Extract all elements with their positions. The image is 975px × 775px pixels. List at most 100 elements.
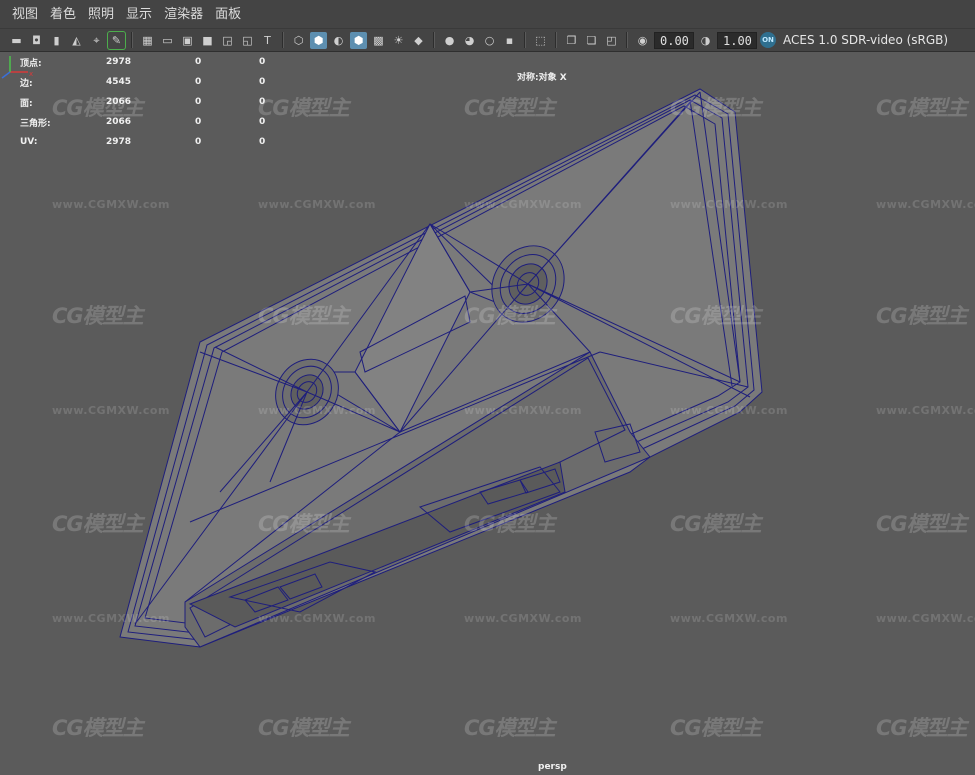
xray-icon[interactable]: ❐ [563,32,580,49]
screen-space-ao-icon[interactable]: ● [441,32,458,49]
symmetry-label: 对称:对象 X [517,73,567,83]
watermark-logo: CG模型主 [876,304,968,328]
grease-pencil-icon[interactable]: ✎ [107,30,126,50]
watermark-url: www.CGMXW.com [258,404,376,417]
grid-icon[interactable]: ▦ [139,32,156,49]
watermark-logo: CG模型主 [876,96,968,120]
anti-alias-icon[interactable]: ○ [481,32,498,49]
mesh-model [119,88,763,648]
watermark-url: www.CGMXW.com [876,612,975,625]
hud-row-vertices: 顶点: 2978 0 0 [20,52,299,72]
hud-value: 2066 [106,117,132,127]
safe-action-icon[interactable]: ◱ [239,32,256,49]
menu-lighting[interactable]: 照明 [82,0,120,29]
hud-row-triangles: 三角形: 2066 0 0 [20,112,299,132]
watermark-url: www.CGMXW.com [258,612,376,625]
hud-value: 0 [259,97,266,107]
watermark-logo: CG模型主 [876,512,968,536]
resolution-gate-icon[interactable]: ▣ [179,32,196,49]
watermark-logo: CG模型主 [670,716,762,740]
wireframe-icon[interactable]: ⬡ [290,32,307,49]
watermark-logo: CG模型主 [52,304,144,328]
motion-blur-icon[interactable]: ◕ [461,32,478,49]
hud-value: 0 [259,77,266,87]
hud-row-faces: 面: 2066 0 0 [20,92,299,112]
watermark-logo: CG模型主 [258,512,350,536]
watermark-url: www.CGMXW.com [670,198,788,211]
watermark-url: www.CGMXW.com [670,404,788,417]
watermark-url: www.CGMXW.com [464,404,582,417]
watermark-logo: CG模型主 [670,512,762,536]
watermark-url: www.CGMXW.com [464,612,582,625]
hud-value: 2978 [106,57,132,67]
watermark-logo: CG模型主 [670,96,762,120]
watermark-url: www.CGMXW.com [670,612,788,625]
toolbar-divider [433,32,435,48]
hud-value: 0 [195,97,202,107]
3d-viewport[interactable]: CG模型主 CG模型主 CG模型主 CG模型主 CG模型主 www.CGMXW.… [0,52,975,775]
gate-mask-icon[interactable]: ■ [199,32,216,49]
menu-renderer[interactable]: 渲染器 [158,0,209,29]
hud-value: 4545 [106,77,132,87]
smooth-shade-icon[interactable]: ⬢ [310,31,327,49]
hud-value: 0 [195,77,202,87]
textured-icon[interactable]: ▩ [370,32,387,49]
hud-value: 0 [259,57,266,67]
lighting-icon[interactable]: ☀ [390,32,407,49]
safe-title-icon[interactable]: T [259,32,276,49]
xray-joints-icon[interactable]: ❏ [583,32,600,49]
image-plane-icon[interactable]: ◭ [68,32,85,49]
watermark-url: www.CGMXW.com [52,404,170,417]
camera-name-label: persp [538,762,567,772]
2d-pan-zoom-icon[interactable]: ⌖ [88,32,105,49]
watermark-logo: CG模型主 [258,716,350,740]
toolbar-divider [524,32,526,48]
watermark-logo: CG模型主 [464,304,556,328]
menu-shading[interactable]: 着色 [44,0,82,29]
color-management-toggle[interactable]: ON [760,32,776,48]
gamma-icon[interactable]: ◑ [697,32,714,49]
watermark-url: www.CGMXW.com [876,404,975,417]
default-material-icon[interactable]: ◐ [330,32,347,49]
wireframe-on-shaded-icon[interactable]: ⬢ [350,31,367,49]
menu-view[interactable]: 视图 [6,0,44,29]
xray-components-icon[interactable]: ◰ [603,32,620,49]
hud-value: 0 [195,137,202,147]
watermark-logo: CG模型主 [52,716,144,740]
watermark-logo: CG模型主 [464,96,556,120]
exposure-field[interactable]: 0.00 [654,31,694,49]
camera-attributes-icon[interactable]: ◘ [28,32,45,49]
bookmark-icon[interactable]: ▮ [48,32,65,49]
toolbar-divider [555,32,557,48]
hud-row-uvs: UV: 2978 0 0 [20,132,299,152]
isolate-select-icon[interactable]: ⬚ [532,32,549,49]
watermark-url: www.CGMXW.com [876,198,975,211]
hud-value: 0 [195,117,202,127]
hud-value: 0 [195,57,202,67]
watermark-url: www.CGMXW.com [258,198,376,211]
watermark-logo: CG模型主 [52,512,144,536]
exposure-icon[interactable]: ◉ [634,32,651,49]
watermark-logo: CG模型主 [258,304,350,328]
field-chart-icon[interactable]: ◲ [219,32,236,49]
watermark-url: www.CGMXW.com [464,198,582,211]
shadows-icon[interactable]: ◆ [410,32,427,49]
hud-label: 三角形: [20,118,51,129]
hud-row-edges: 边: 4545 0 0 [20,72,299,92]
viewport-toolbar: ▬ ◘ ▮ ◭ ⌖ ✎ ▦ ▭ ▣ ■ ◲ ◱ T ⬡ ⬢ ◐ ⬢ ▩ ☀ ◆ … [0,29,975,52]
menu-show[interactable]: 显示 [120,0,158,29]
menu-panels[interactable]: 面板 [209,0,247,29]
watermark-url: www.CGMXW.com [52,612,170,625]
hud-value: 0 [259,137,266,147]
hud-value: 2066 [106,97,132,107]
toolbar-divider [131,32,133,48]
depth-of-field-icon[interactable]: ▪ [501,32,518,49]
toolbar-divider [626,32,628,48]
gamma-field[interactable]: 1.00 [717,31,757,49]
watermark-logo: CG模型主 [876,716,968,740]
select-camera-icon[interactable]: ▬ [8,32,25,49]
view-transform-dropdown[interactable]: ACES 1.0 SDR-video (sRGB) [783,33,948,47]
film-gate-icon[interactable]: ▭ [159,32,176,49]
watermark-logo: CG模型主 [670,304,762,328]
menu-bar: 视图 着色 照明 显示 渲染器 面板 [0,0,975,29]
